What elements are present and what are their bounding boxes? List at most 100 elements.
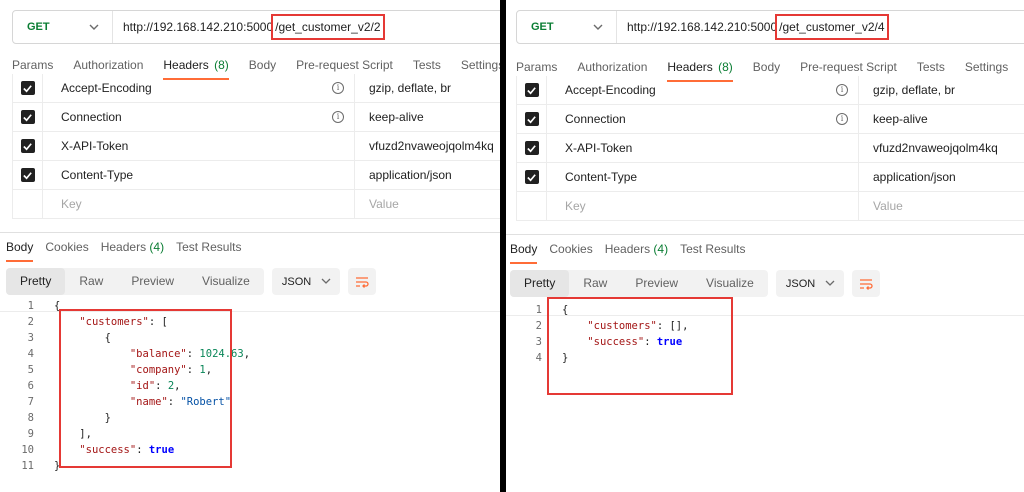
- headers-table: Accept-Encoding i gzip, deflate, br Conne…: [516, 76, 1024, 221]
- chevron-down-icon: [825, 280, 835, 286]
- code-text: }: [54, 460, 61, 472]
- checkbox-checked-icon[interactable]: [20, 110, 35, 124]
- header-value[interactable]: vfuzd2nvaweojqolm4kq: [859, 141, 998, 155]
- checkbox-checked-icon[interactable]: [20, 168, 35, 182]
- info-icon[interactable]: i: [332, 111, 344, 123]
- header-value[interactable]: application/json: [355, 168, 452, 182]
- header-key[interactable]: Content-Type: [547, 163, 859, 191]
- header-key[interactable]: Content-Type: [43, 161, 355, 189]
- value-placeholder[interactable]: Value: [859, 199, 903, 213]
- tab-label: Tests: [916, 60, 945, 74]
- view-pretty-button[interactable]: Pretty: [6, 268, 66, 295]
- view-visualize-button[interactable]: Visualize: [692, 270, 768, 297]
- line-number: 6: [27, 380, 34, 392]
- wrap-lines-button[interactable]: [851, 270, 880, 297]
- chevron-down-icon: [593, 24, 603, 30]
- header-key-text: Content-Type: [61, 168, 134, 182]
- tab-label: Params: [516, 60, 558, 74]
- tab-label: Body: [752, 60, 781, 74]
- checkbox-cell: [13, 132, 43, 160]
- url-path: /get_customer_v2/4: [775, 14, 889, 40]
- url-path: /get_customer_v2/2: [271, 14, 385, 40]
- tab-label: Params: [12, 58, 54, 72]
- chevron-down-icon: [89, 24, 99, 30]
- header-value[interactable]: keep-alive: [859, 112, 928, 126]
- tab-response-headers[interactable]: Headers (4): [95, 240, 170, 262]
- view-preview-button[interactable]: Preview: [117, 268, 188, 295]
- header-key-text: Accept-Encoding: [565, 83, 656, 97]
- header-key[interactable]: Accept-Encoding i: [43, 74, 355, 102]
- info-icon[interactable]: i: [836, 113, 848, 125]
- tab-label: Pre-request Script: [800, 60, 897, 74]
- header-value[interactable]: keep-alive: [355, 110, 424, 124]
- line-number: 4: [27, 348, 34, 360]
- checkbox-checked-icon[interactable]: [524, 83, 539, 97]
- header-row: Accept-Encoding i gzip, deflate, br: [13, 74, 500, 103]
- checkbox-cell: [13, 161, 43, 189]
- checkbox-checked-icon[interactable]: [524, 112, 539, 126]
- line-number: 1: [27, 300, 34, 312]
- header-key[interactable]: X-API-Token: [547, 134, 859, 162]
- line-number: 1: [535, 304, 542, 316]
- header-value[interactable]: vfuzd2nvaweojqolm4kq: [355, 139, 494, 153]
- key-placeholder[interactable]: Key: [43, 190, 355, 218]
- line-number: 2: [535, 320, 542, 332]
- tab-response-body[interactable]: Body: [6, 240, 39, 262]
- tab-label: Tests: [412, 58, 441, 72]
- highlight-box: [547, 297, 733, 395]
- header-value[interactable]: application/json: [859, 170, 956, 184]
- url-base: http://192.168.142.210:5000: [123, 20, 274, 34]
- method-selector[interactable]: GET: [13, 11, 113, 43]
- url-input[interactable]: http://192.168.142.210:5000/get_customer…: [113, 14, 385, 40]
- header-key[interactable]: Connection i: [43, 103, 355, 131]
- tab-response-body[interactable]: Body: [510, 242, 543, 264]
- header-row-empty: Key Value: [517, 192, 1024, 221]
- header-key-text: X-API-Token: [565, 141, 633, 155]
- chevron-down-icon: [321, 278, 331, 284]
- url-input[interactable]: http://192.168.142.210:5000/get_customer…: [617, 14, 889, 40]
- view-mode-group: Pretty Raw Preview Visualize: [6, 268, 264, 295]
- format-select[interactable]: JSON: [271, 268, 340, 295]
- checkbox-checked-icon[interactable]: [524, 170, 539, 184]
- wrap-lines-button[interactable]: [347, 268, 376, 295]
- tab-label: Headers: [100, 240, 147, 254]
- line-number: 2: [27, 316, 34, 328]
- header-value[interactable]: gzip, deflate, br: [355, 81, 451, 95]
- view-preview-button[interactable]: Preview: [621, 270, 692, 297]
- header-value[interactable]: gzip, deflate, br: [859, 83, 955, 97]
- tab-count: (8): [214, 58, 229, 72]
- tab-count: (4): [653, 242, 669, 256]
- tab-response-headers[interactable]: Headers (4): [599, 242, 674, 264]
- format-select[interactable]: JSON: [775, 270, 844, 297]
- view-visualize-button[interactable]: Visualize: [188, 268, 264, 295]
- checkbox-checked-icon[interactable]: [20, 81, 35, 95]
- header-key[interactable]: Connection i: [547, 105, 859, 133]
- header-row: X-API-Token vfuzd2nvaweojqolm4kq: [517, 134, 1024, 163]
- checkbox-cell: [517, 134, 547, 162]
- tab-test-results[interactable]: Test Results: [170, 240, 247, 262]
- checkbox-checked-icon[interactable]: [20, 139, 35, 153]
- view-pretty-button[interactable]: Pretty: [510, 270, 570, 297]
- view-raw-button[interactable]: Raw: [569, 270, 621, 297]
- tab-test-results[interactable]: Test Results: [674, 242, 751, 264]
- tab-label: Body: [6, 240, 34, 254]
- value-placeholder[interactable]: Value: [355, 197, 399, 211]
- header-row-empty: Key Value: [13, 190, 500, 219]
- tab-label: Cookies: [549, 242, 593, 256]
- key-placeholder[interactable]: Key: [547, 192, 859, 220]
- tab-cookies[interactable]: Cookies: [39, 240, 94, 262]
- view-raw-button[interactable]: Raw: [65, 268, 117, 295]
- code-text: {: [54, 300, 61, 312]
- tab-label: Settings: [460, 58, 500, 72]
- checkbox-checked-icon[interactable]: [524, 141, 539, 155]
- info-icon[interactable]: i: [332, 82, 344, 94]
- response-tabs: Body Cookies Headers (4) Test Results: [510, 242, 751, 264]
- format-label: JSON: [281, 275, 312, 288]
- header-key[interactable]: X-API-Token: [43, 132, 355, 160]
- info-icon[interactable]: i: [836, 84, 848, 96]
- line-number: 7: [27, 396, 34, 408]
- tab-cookies[interactable]: Cookies: [543, 242, 598, 264]
- tab-count: (8): [718, 60, 733, 74]
- method-selector[interactable]: GET: [517, 11, 617, 43]
- header-key[interactable]: Accept-Encoding i: [547, 76, 859, 104]
